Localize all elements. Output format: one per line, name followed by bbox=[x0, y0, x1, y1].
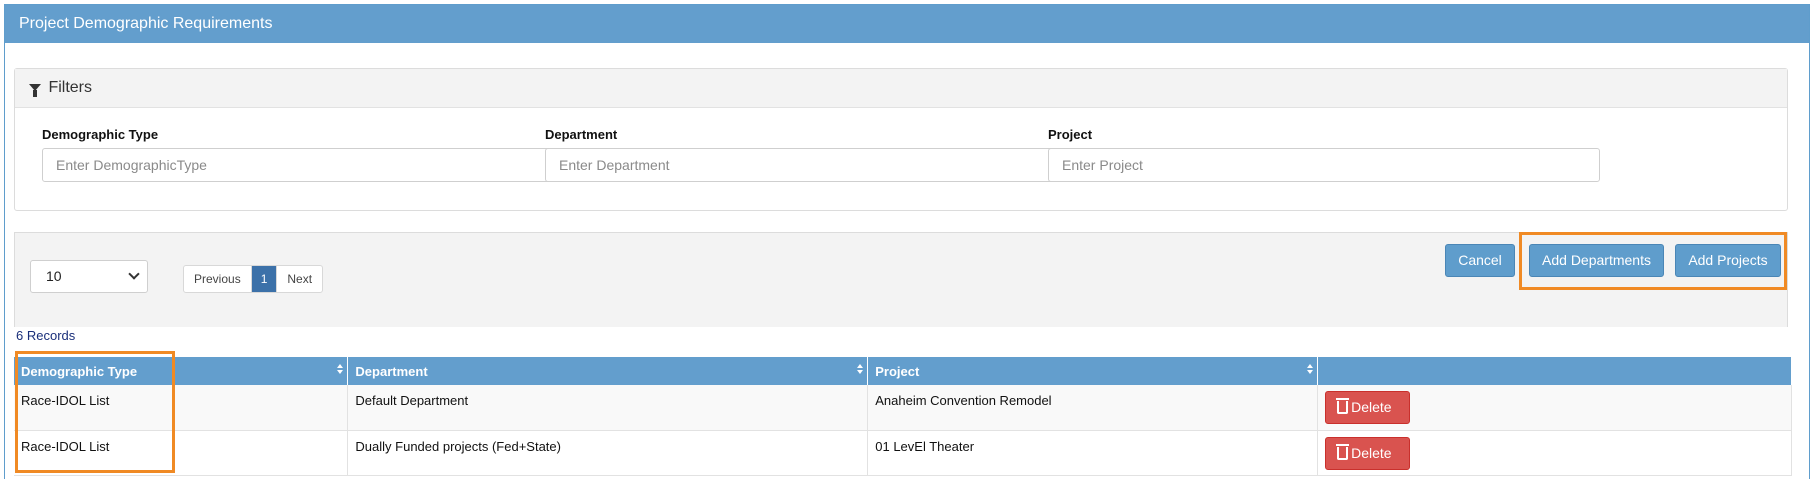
highlight-box-add-buttons bbox=[1519, 232, 1787, 290]
trash-icon bbox=[1336, 443, 1350, 460]
cell-project: Anaheim Convention Remodel bbox=[867, 385, 1319, 431]
department-filter: Department bbox=[545, 127, 1097, 182]
filters-heading[interactable]: Filters bbox=[15, 69, 1787, 108]
column-header-project[interactable]: Project bbox=[867, 357, 1319, 385]
cell-actions: Delete bbox=[1317, 385, 1792, 431]
table-row: Race-IDOL List Dually Funded projects (F… bbox=[14, 430, 1792, 476]
department-label: Department bbox=[545, 127, 618, 142]
cell-department: Default Department bbox=[347, 385, 869, 431]
cell-project: 01 LevEl Theater bbox=[867, 430, 1319, 476]
delete-button[interactable]: Delete bbox=[1325, 391, 1411, 424]
trash-icon bbox=[1336, 398, 1350, 414]
table-header-row: Demographic Type Department Project bbox=[14, 357, 1792, 385]
page-size-select[interactable]: 10 bbox=[30, 260, 148, 293]
chevron-down-icon bbox=[128, 268, 140, 280]
highlight-box-demographic-column bbox=[15, 351, 175, 473]
page-title: Project Demographic Requirements bbox=[5, 5, 1809, 43]
sort-icon bbox=[857, 364, 864, 376]
table-toolbar: 10 Previous 1 Next Cancel Add Department… bbox=[14, 232, 1788, 327]
filters-panel: Filters Demographic Type Department Proj… bbox=[14, 68, 1788, 211]
cell-actions: Delete bbox=[1317, 430, 1792, 476]
sort-icon bbox=[337, 364, 344, 376]
project-filter: Project bbox=[1048, 127, 1600, 182]
sort-icon bbox=[1307, 364, 1314, 376]
table-row: Race-IDOL List Default Department Anahei… bbox=[14, 385, 1792, 431]
page-size-value: 10 bbox=[46, 268, 62, 284]
previous-page-button[interactable]: Previous bbox=[184, 266, 252, 292]
project-label: Project bbox=[1048, 127, 1093, 142]
next-page-button[interactable]: Next bbox=[276, 266, 322, 292]
demographic-type-label: Demographic Type bbox=[42, 127, 159, 142]
department-input[interactable] bbox=[545, 148, 1097, 182]
delete-button[interactable]: Delete bbox=[1325, 436, 1411, 470]
demographic-type-filter: Demographic Type bbox=[42, 127, 594, 182]
column-header-actions bbox=[1317, 357, 1792, 385]
project-input[interactable] bbox=[1048, 148, 1600, 182]
demographic-type-input[interactable] bbox=[42, 148, 594, 182]
column-header-department[interactable]: Department bbox=[347, 357, 869, 385]
cell-department: Dually Funded projects (Fed+State) bbox=[347, 430, 869, 476]
requirements-table: Demographic Type Department Project Race… bbox=[14, 357, 1792, 476]
pagination: Previous 1 Next bbox=[183, 265, 324, 293]
cancel-button[interactable]: Cancel bbox=[1445, 244, 1515, 277]
current-page-button[interactable]: 1 bbox=[251, 266, 277, 292]
filters-title: Filters bbox=[48, 79, 93, 96]
records-count: 6 Records bbox=[16, 328, 76, 343]
filter-icon bbox=[29, 84, 41, 97]
